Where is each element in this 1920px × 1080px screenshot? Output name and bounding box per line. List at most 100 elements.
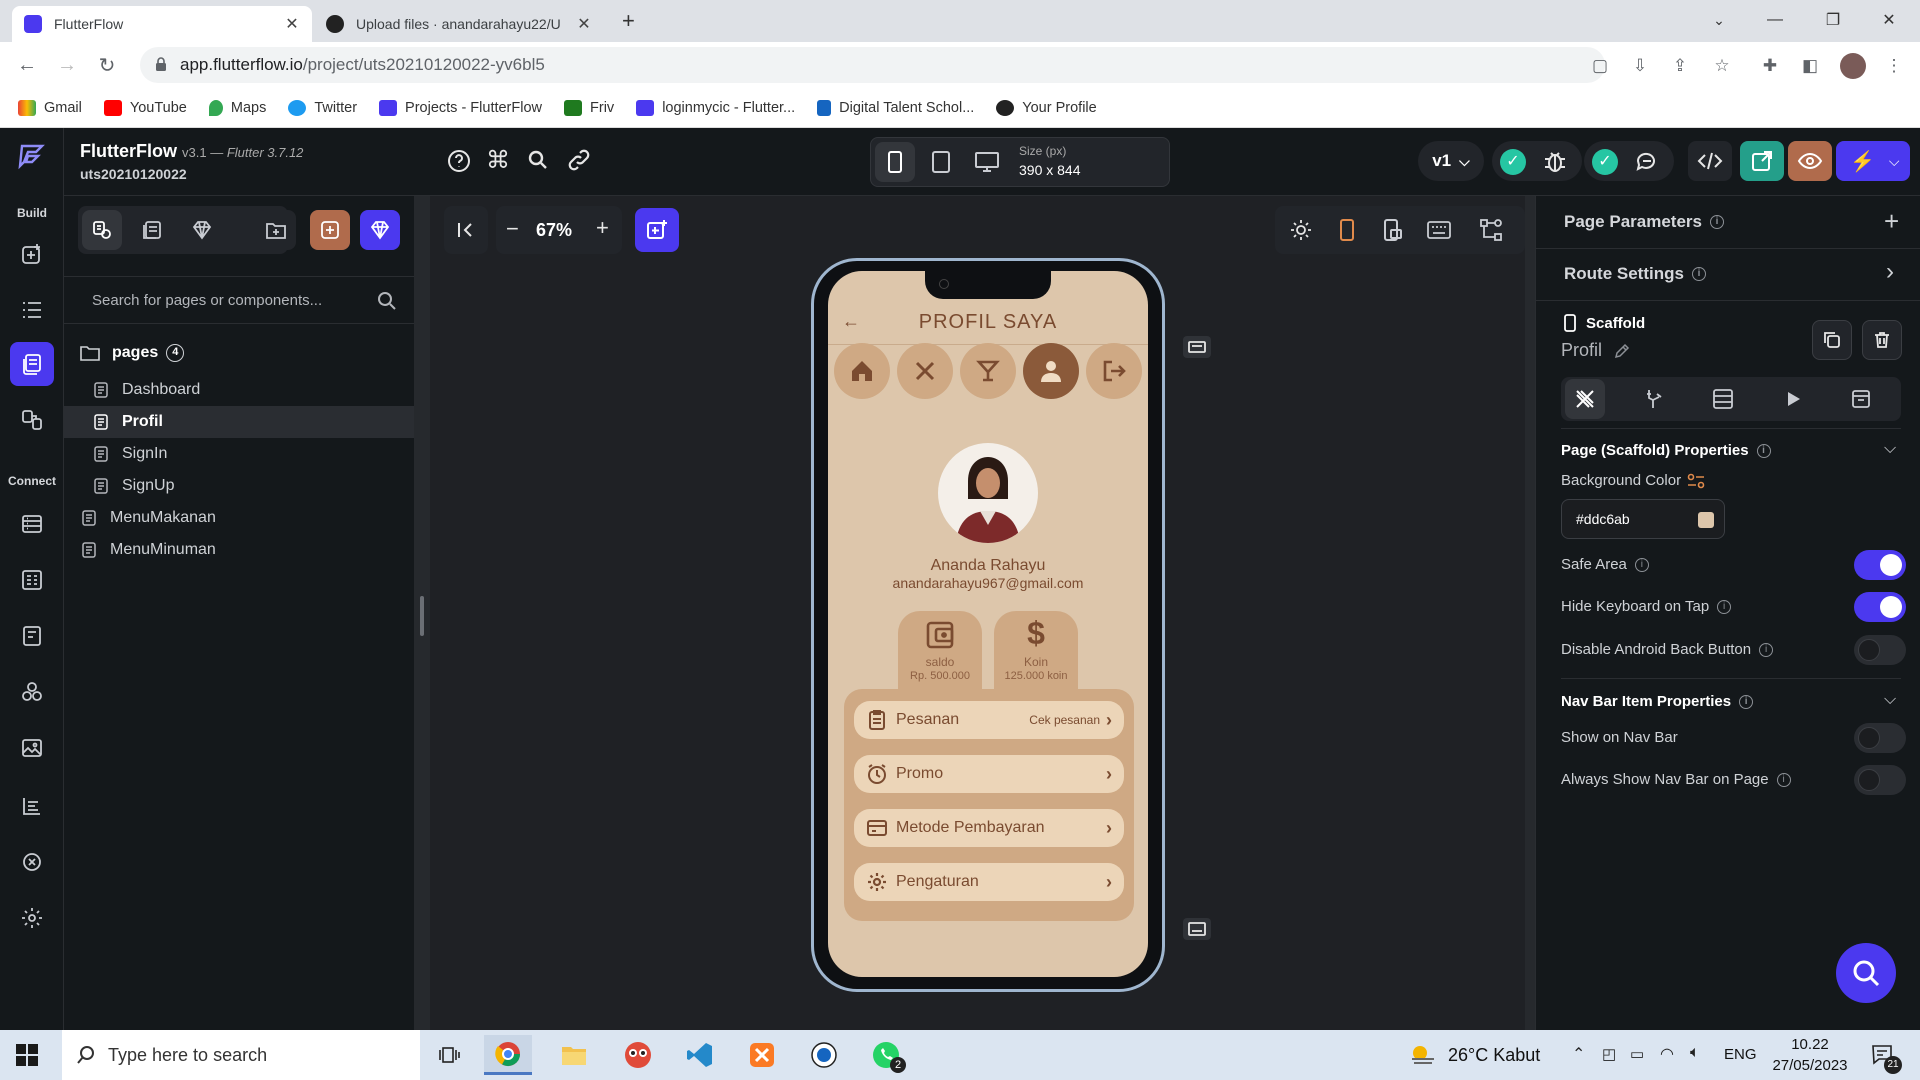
desktop-device-icon[interactable] <box>967 142 1007 182</box>
chevron-up-icon[interactable]: ⌃ <box>1572 1044 1585 1064</box>
collapse-panel-icon[interactable] <box>444 206 488 254</box>
api-calls-icon[interactable] <box>10 614 54 658</box>
browser-menu-icon[interactable]: ⋮ <box>1884 56 1904 76</box>
page-item-profil[interactable]: Profil <box>64 406 414 438</box>
check-status-icon[interactable]: ✓ <box>1592 149 1618 175</box>
info-icon[interactable]: i <box>1739 694 1754 709</box>
profile-avatar[interactable] <box>1840 53 1866 79</box>
delete-trash-icon[interactable] <box>1862 320 1902 360</box>
language-indicator[interactable]: ENG <box>1724 1046 1757 1063</box>
widget-tree-icon[interactable] <box>10 288 54 332</box>
add-widget-icon[interactable] <box>635 208 679 252</box>
reload-icon[interactable]: ↻ <box>92 50 122 80</box>
battery-icon[interactable]: ▭ <box>1630 1045 1644 1063</box>
logout-nav-button[interactable] <box>1086 343 1142 399</box>
chevron-down-icon[interactable]: ⌵ <box>1889 153 1900 170</box>
menu-metode-pembayaran[interactable]: Metode Pembayaran › <box>854 809 1124 847</box>
task-view-icon[interactable] <box>426 1035 474 1075</box>
app-bar-toggle-icon[interactable] <box>1183 336 1211 358</box>
chevron-down-icon[interactable]: ⌵ <box>1884 691 1896 709</box>
color-source-icon[interactable] <box>1687 473 1705 489</box>
share-icon[interactable]: ⇪ <box>1670 56 1690 76</box>
home-nav-button[interactable] <box>834 343 890 399</box>
portrait-orientation-icon[interactable] <box>1327 210 1367 250</box>
edit-pencil-icon[interactable] <box>1614 343 1630 359</box>
forward-icon[interactable]: → <box>52 50 82 80</box>
navbar-properties-header[interactable]: Nav Bar Item Properties i <box>1561 693 1754 710</box>
run-lightning-button[interactable]: ⚡ ⌵ <box>1836 141 1910 181</box>
info-icon[interactable]: i <box>1776 772 1791 787</box>
chevron-right-icon[interactable]: › <box>1886 258 1894 286</box>
canvas-scrollbar[interactable] <box>1525 196 1535 1030</box>
color-swatch[interactable] <box>1698 512 1714 528</box>
safe-area-toggle[interactable] <box>1854 550 1906 580</box>
new-tab-button[interactable]: + <box>622 8 635 34</box>
info-icon[interactable]: i <box>1709 215 1724 229</box>
page-item-dashboard[interactable]: Dashboard <box>64 374 414 406</box>
layout-nodes-icon[interactable] <box>1471 210 1511 250</box>
cast-icon[interactable]: ▢ <box>1590 56 1610 76</box>
clock-time[interactable]: 10.22 <box>1770 1036 1850 1053</box>
close-window-button[interactable]: ✕ <box>1866 0 1912 40</box>
diamond-icon[interactable] <box>182 210 222 250</box>
side-panel-icon[interactable]: ◧ <box>1800 56 1820 76</box>
search-icon[interactable] <box>376 290 398 312</box>
bookmark-youtube[interactable]: YouTube <box>103 99 187 116</box>
add-folder-icon[interactable] <box>256 210 296 250</box>
integrations-icon[interactable] <box>10 670 54 714</box>
tab-actions-icon[interactable] <box>1635 379 1675 419</box>
scaffold-properties-header[interactable]: Page (Scaffold) Properties i <box>1561 442 1771 459</box>
flutterflow-logo-icon[interactable] <box>16 140 48 172</box>
cek-pesanan-link[interactable]: Cek pesanan <box>1029 713 1100 727</box>
always-show-navbar-toggle[interactable] <box>1854 765 1906 795</box>
page-item-signin[interactable]: SignIn <box>64 438 414 470</box>
custom-code-icon[interactable] <box>10 784 54 828</box>
info-icon[interactable]: i <box>1756 443 1771 458</box>
tablet-device-icon[interactable] <box>921 142 961 182</box>
profile-nav-button[interactable] <box>1023 343 1079 399</box>
component-item-menumakanan[interactable]: MenuMakanan <box>64 502 414 534</box>
component-item-menuminuman[interactable]: MenuMinuman <box>64 534 414 566</box>
tab-backend-query-icon[interactable] <box>1703 379 1743 419</box>
duplicate-icon[interactable] <box>1812 320 1852 360</box>
tab-properties-icon[interactable] <box>1565 379 1605 419</box>
menu-pesanan[interactable]: Pesanan Cek pesanan › <box>854 701 1124 739</box>
phone-screen[interactable]: ← PROFIL SAYA Ananda Rahayu anandarahayu… <box>828 271 1148 977</box>
preview-eye-icon[interactable] <box>1788 141 1832 181</box>
bottom-bar-toggle-icon[interactable] <box>1183 918 1211 940</box>
taskbar-search-box[interactable]: Type here to search <box>62 1030 420 1080</box>
weather-icon[interactable] <box>1408 1043 1438 1067</box>
bookmark-maps[interactable]: Maps <box>208 99 266 116</box>
menu-promo[interactable]: Promo › <box>854 755 1124 793</box>
zoom-in-button[interactable]: + <box>596 215 609 241</box>
show-navbar-toggle[interactable] <box>1854 723 1906 753</box>
command-palette-icon[interactable]: ⌘ <box>486 146 510 175</box>
page-search-box[interactable]: Search for pages or components... <box>64 276 414 324</box>
add-parameter-button[interactable]: + <box>1884 206 1899 237</box>
resize-grip[interactable] <box>420 596 424 636</box>
chrome-taskbar-icon[interactable] <box>484 1035 532 1075</box>
drink-nav-button[interactable] <box>960 343 1016 399</box>
pages-mode-icon[interactable] <box>82 210 122 250</box>
info-icon[interactable]: i <box>1634 557 1649 572</box>
pages-folder[interactable]: pages 4 <box>80 344 185 362</box>
tab-search-icon[interactable]: ⌄ <box>1696 0 1742 40</box>
panel-resize-handle[interactable] <box>414 196 430 1030</box>
address-bar[interactable]: app.flutterflow.io/project/uts2021012002… <box>140 47 1605 83</box>
debug-icon[interactable] <box>1542 147 1568 175</box>
close-tab-icon[interactable]: ✕ <box>576 14 592 34</box>
landscape-orientation-icon[interactable] <box>1373 210 1413 250</box>
page-parameters-header[interactable]: Page Parameters i <box>1564 212 1724 232</box>
phone-device-icon[interactable] <box>875 142 915 182</box>
maximize-button[interactable]: ❐ <box>1810 0 1856 40</box>
game-app-icon[interactable] <box>614 1035 662 1075</box>
bookmark-loginmycic[interactable]: loginmycic - Flutter... <box>636 99 795 116</box>
koin-card[interactable]: $ Koin 125.000 koin <box>994 611 1078 693</box>
settings-gear-icon[interactable] <box>10 896 54 940</box>
theme-icon[interactable] <box>10 840 54 884</box>
bookmark-projects-flutterflow[interactable]: Projects - FlutterFlow <box>379 99 542 116</box>
tab-page-state-icon[interactable] <box>1841 379 1881 419</box>
windows-start-icon[interactable] <box>16 1044 38 1066</box>
components-mode-icon[interactable] <box>132 210 172 250</box>
minimize-button[interactable]: — <box>1752 0 1798 40</box>
